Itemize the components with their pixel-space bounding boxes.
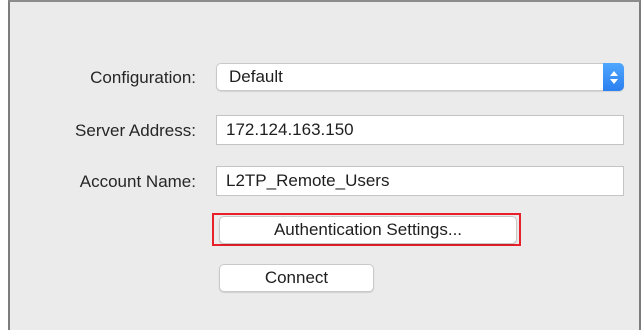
chevron-up-down-icon[interactable] — [603, 63, 624, 91]
chevron-down-icon — [609, 78, 618, 84]
account-name-label: Account Name: — [79, 172, 196, 191]
chevron-up-icon — [609, 70, 618, 76]
connect-button[interactable]: Connect — [219, 264, 374, 292]
server-address-label: Server Address: — [75, 121, 196, 140]
configuration-label: Configuration: — [90, 68, 196, 87]
server-address-field[interactable]: 172.124.163.150 — [216, 115, 624, 145]
account-name-field[interactable]: L2TP_Remote_Users — [216, 166, 624, 196]
authentication-settings-button[interactable]: Authentication Settings... — [219, 216, 517, 244]
vpn-settings-panel: Configuration: Default Server Address: 1… — [8, 0, 641, 330]
configuration-value: Default — [229, 67, 283, 86]
configuration-select[interactable]: Default — [216, 63, 624, 91]
